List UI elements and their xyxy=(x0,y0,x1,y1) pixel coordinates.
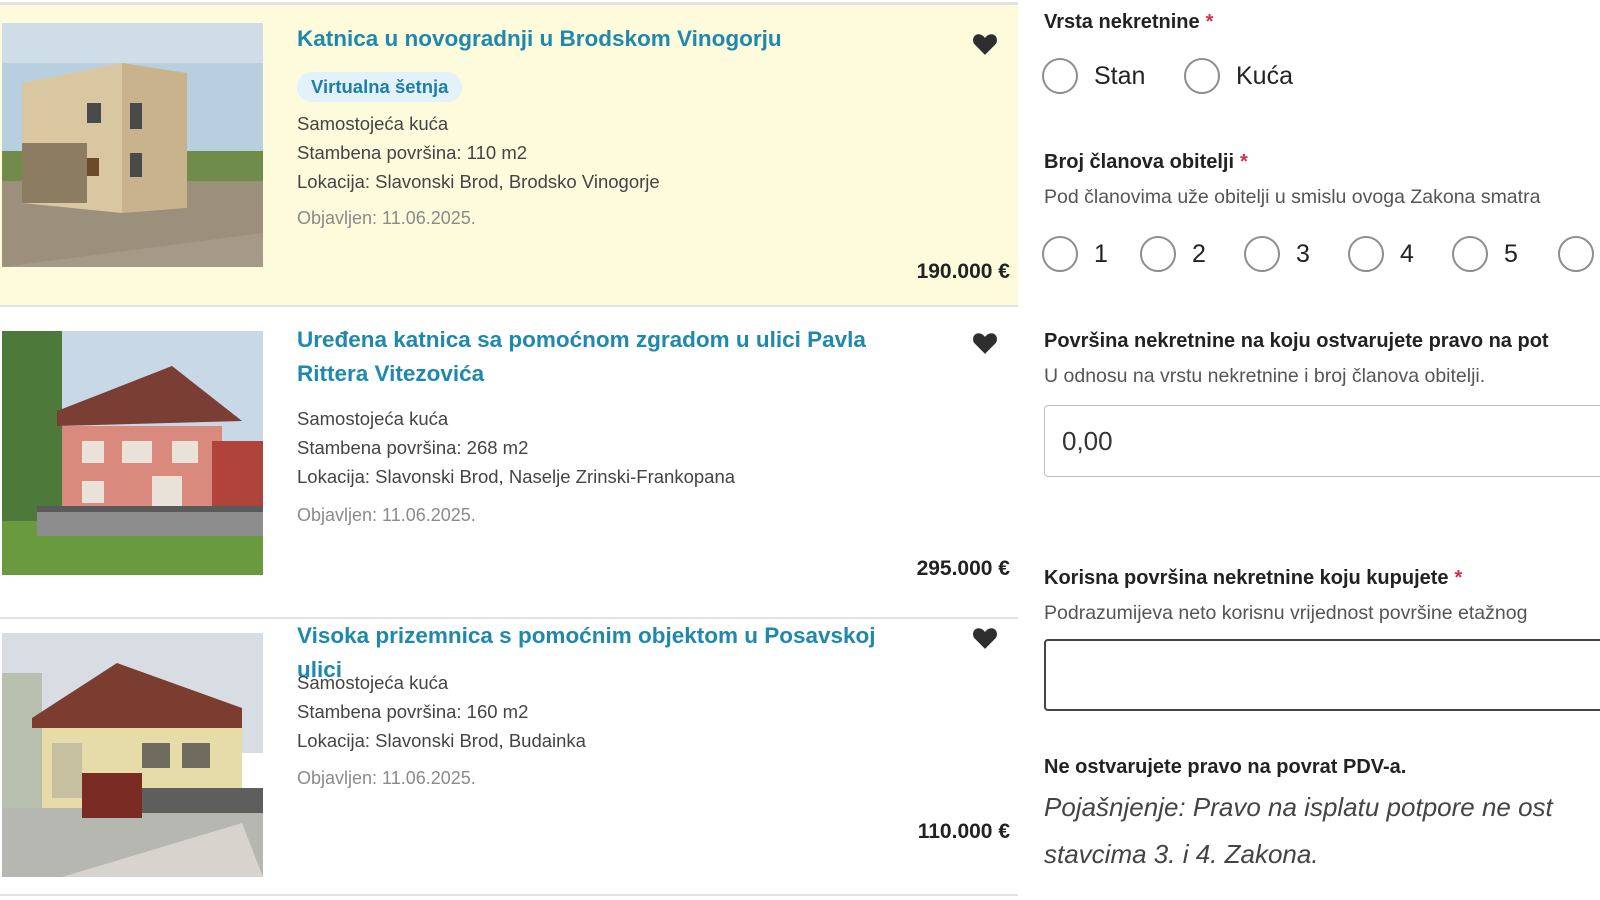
radio-circle[interactable] xyxy=(1558,236,1594,272)
family-members-help: Pod članovima uže obitelji u smislu ovog… xyxy=(1044,186,1541,208)
radio-label: Kuća xyxy=(1236,61,1293,90)
property-type-radio-stan[interactable]: Stan xyxy=(1042,58,1145,94)
heart-icon[interactable] xyxy=(972,331,998,355)
listing-location: Lokacija: Slavonski Brod, Brodsko Vinogo… xyxy=(297,171,660,192)
listing-type: Samostojeća kuća xyxy=(297,408,449,429)
required-mark: * xyxy=(1240,151,1248,173)
listing-location: Lokacija: Slavonski Brod, Naselje Zrinsk… xyxy=(297,466,736,487)
vat-refund-form: Vrsta nekretnine * Stan Kuća Broj članova… xyxy=(1018,0,1600,900)
usable-area-label-text: Korisna površina nekretnine koju kupujet… xyxy=(1044,567,1449,589)
family-members-radio-4[interactable]: 4 xyxy=(1348,236,1414,272)
property-type-label-text: Vrsta nekretnine xyxy=(1044,11,1200,33)
radio-label: 1 xyxy=(1094,239,1108,268)
radio-circle[interactable] xyxy=(1184,58,1220,94)
required-mark: * xyxy=(1205,11,1214,33)
radio-circle[interactable] xyxy=(1348,236,1384,272)
listing-column: Katnica u novogradnji u Brodskom Vinogor… xyxy=(0,0,1018,900)
radio-circle[interactable] xyxy=(1140,236,1176,272)
listing-area: Stambena površina: 268 m2 xyxy=(297,437,529,458)
heart-icon[interactable] xyxy=(972,32,998,56)
radio-label: 4 xyxy=(1400,239,1414,268)
family-members-label-text: Broj članova obitelji xyxy=(1044,151,1235,173)
family-members-radio-more[interactable] xyxy=(1558,236,1594,272)
family-members-radio-2[interactable]: 2 xyxy=(1140,236,1206,272)
explanation-line: Pojašnjenje: Pravo na isplatu potpore ne… xyxy=(1044,792,1553,822)
new-house-photo[interactable] xyxy=(2,23,263,267)
listing-card[interactable]: Katnica u novogradnji u Brodskom Vinogor… xyxy=(0,5,1018,307)
listing-card[interactable]: Uređena katnica sa pomoćnom zgradom u ul… xyxy=(0,307,1018,619)
usable-area-label: Korisna površina nekretnine koju kupujet… xyxy=(1044,567,1462,590)
listing-area: Stambena površina: 160 m2 xyxy=(297,701,529,722)
listing-area: Stambena površina: 110 m2 xyxy=(297,142,528,163)
pink-house-photo[interactable] xyxy=(2,331,263,575)
listing-price: 295.000 € xyxy=(916,557,1010,580)
entitled-area-help: U odnosu na vrstu nekretnine i broj član… xyxy=(1044,365,1486,387)
listing-price: 190.000 € xyxy=(916,260,1010,283)
heart-icon[interactable] xyxy=(972,626,998,650)
property-type-label: Vrsta nekretnine * xyxy=(1044,11,1213,34)
listing-title[interactable]: Uređena katnica sa pomoćnom zgradom u ul… xyxy=(297,323,897,391)
listing-type: Samostojeća kuća xyxy=(297,113,449,134)
listing-date: Objavljen: 11.06.2025. xyxy=(297,768,476,788)
family-members-radio-3[interactable]: 3 xyxy=(1244,236,1310,272)
radio-circle[interactable] xyxy=(1244,236,1280,272)
family-members-radio-1[interactable]: 1 xyxy=(1042,236,1108,272)
family-members-radio-5[interactable]: 5 xyxy=(1452,236,1518,272)
radio-circle[interactable] xyxy=(1042,236,1078,272)
radio-circle[interactable] xyxy=(1042,58,1078,94)
entitled-area-field[interactable]: 0,00 xyxy=(1044,405,1600,477)
radio-label: 2 xyxy=(1192,239,1206,268)
property-type-radio-kuca[interactable]: Kuća xyxy=(1184,58,1293,94)
listing-title[interactable]: Katnica u novogradnji u Brodskom Vinogor… xyxy=(297,22,897,56)
radio-label: 3 xyxy=(1296,239,1310,268)
entitled-area-label: Površina nekretnine na koju ostvarujete … xyxy=(1044,330,1549,352)
family-members-label: Broj članova obitelji * xyxy=(1044,151,1248,174)
usable-area-help: Podrazumijeva neto korisnu vrijednost po… xyxy=(1044,602,1528,624)
radio-label: Stan xyxy=(1094,61,1146,90)
radio-label: 5 xyxy=(1504,239,1518,268)
result-explanation: Pojašnjenje: Pravo na isplatu potpore ne… xyxy=(1044,784,1553,878)
yellow-house-photo[interactable] xyxy=(2,633,263,877)
virtual-tour-badge[interactable]: Virtualna šetnja xyxy=(297,72,463,102)
usable-area-field[interactable] xyxy=(1044,639,1600,711)
listing-card[interactable]: Visoka prizemnica s pomoćnim objektom u … xyxy=(0,619,1018,896)
listing-date: Objavljen: 11.06.2025. xyxy=(297,505,476,525)
listing-date: Objavljen: 11.06.2025. xyxy=(297,208,476,228)
listing-location: Lokacija: Slavonski Brod, Budainka xyxy=(297,730,586,751)
required-mark: * xyxy=(1454,567,1463,589)
listing-price: 110.000 € xyxy=(917,820,1010,843)
radio-circle[interactable] xyxy=(1452,236,1488,272)
listing-type: Samostojeća kuća xyxy=(297,672,449,693)
explanation-line: stavcima 3. i 4. Zakona. xyxy=(1044,839,1319,869)
result-heading: Ne ostvarujete pravo na povrat PDV-a. xyxy=(1044,756,1407,778)
